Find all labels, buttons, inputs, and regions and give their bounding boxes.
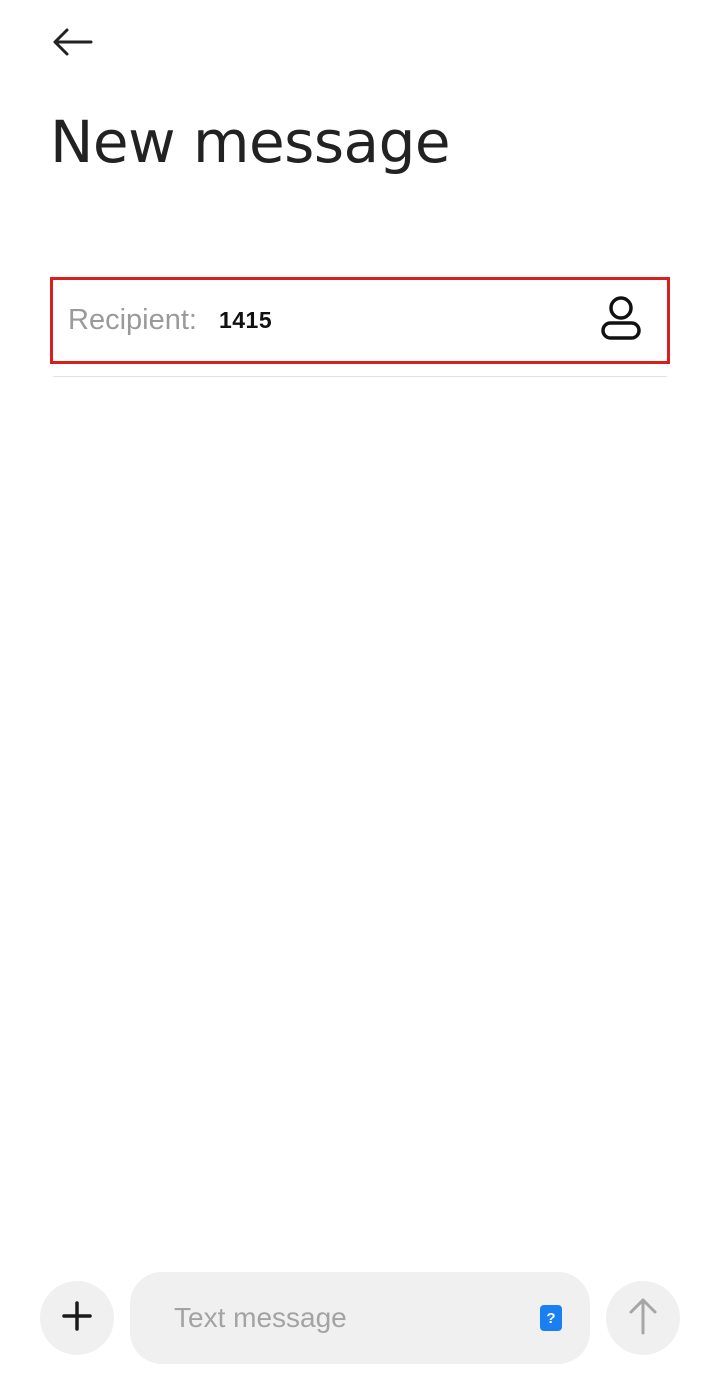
recipient-field[interactable]: Recipient: 1415 <box>50 277 670 364</box>
composer-bar: ? <box>0 1270 720 1370</box>
contact-picker-button[interactable] <box>593 293 649 349</box>
page-title: New message <box>50 108 451 176</box>
send-button[interactable] <box>606 1281 680 1355</box>
arrow-up-icon <box>628 1297 658 1340</box>
message-box: ? <box>130 1272 590 1364</box>
contact-person-icon <box>599 295 643 346</box>
recipient-value[interactable]: 1415 <box>219 307 272 334</box>
sim-card-badge[interactable]: ? <box>540 1305 562 1331</box>
back-button[interactable] <box>44 20 100 68</box>
new-message-screen: New message Recipient: 1415 ? <box>0 0 720 1400</box>
arrow-left-icon <box>51 27 93 62</box>
message-input[interactable] <box>172 1301 516 1335</box>
divider <box>53 376 667 377</box>
recipient-label: Recipient: <box>68 304 197 336</box>
add-attachment-button[interactable] <box>40 1281 114 1355</box>
plus-icon <box>61 1300 93 1337</box>
